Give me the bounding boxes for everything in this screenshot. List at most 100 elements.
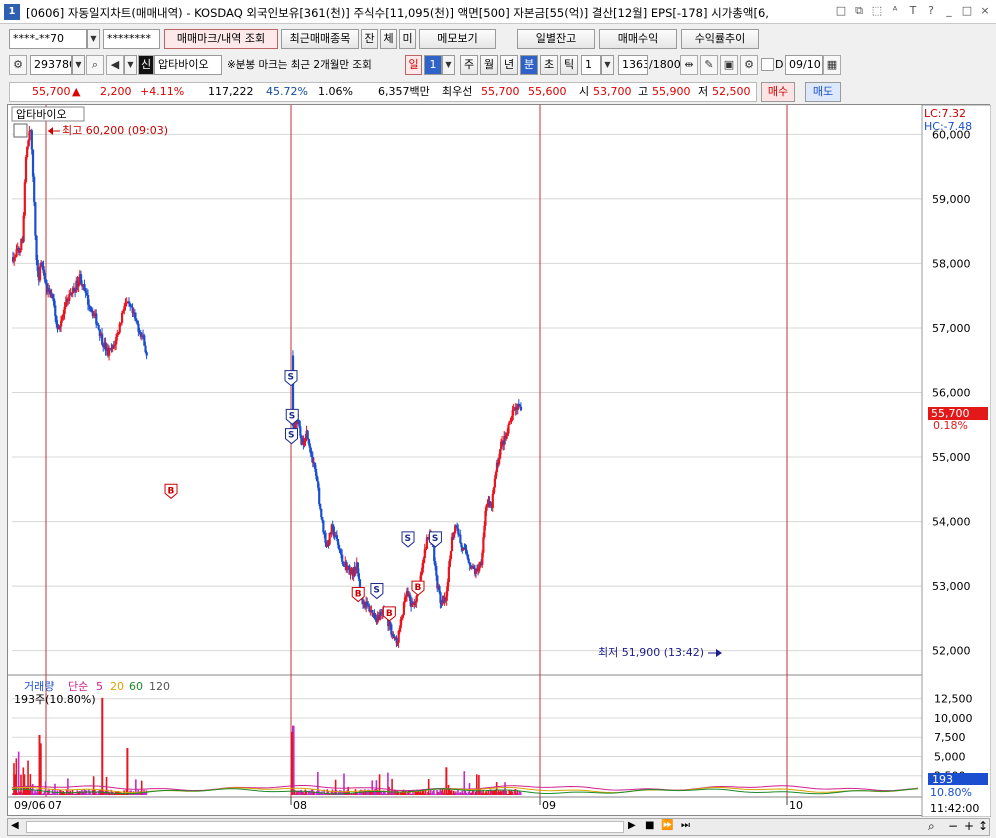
search-icon[interactable]: ⌕ (86, 55, 104, 75)
period-week-button[interactable]: 주 (460, 55, 478, 75)
sell-marker[interactable]: S (284, 428, 298, 445)
volume-ratio: 45.72% (266, 85, 308, 98)
period-tick-button[interactable]: 틱 (560, 55, 578, 75)
sell-marker[interactable]: S (284, 370, 298, 387)
fast-forward-icon[interactable]: ⏩ (661, 820, 673, 831)
zoom-out-icon[interactable]: − (948, 819, 958, 833)
window-pin-icon[interactable]: ᴬ (888, 4, 902, 18)
zoom-bars-icon[interactable]: ⇹ (680, 55, 698, 75)
calendar-icon[interactable] (13, 123, 28, 138)
period-value-field[interactable]: 1 (424, 55, 442, 75)
window-maximize-icon[interactable]: □ (960, 4, 974, 18)
buy-marker[interactable]: B (411, 580, 425, 596)
return-trend-button[interactable]: 수익률추이 (681, 29, 759, 49)
window-controls: □ ⧉ ⬚ ᴬ T ? _ □ × (834, 4, 992, 18)
password-field[interactable]: ******** (103, 29, 160, 49)
stock-code-field[interactable]: 293780 (30, 55, 72, 75)
memo-view-button[interactable]: 메모보기 (419, 29, 496, 49)
current-time-label: 11:42:00 (930, 802, 979, 815)
buy-marker[interactable]: B (164, 483, 178, 499)
window-link-icon[interactable]: □ (834, 4, 848, 18)
buy-marker[interactable]: B (382, 606, 396, 622)
volume-bar (427, 779, 430, 795)
end-icon[interactable]: ⏭ (681, 820, 690, 831)
interval-field[interactable]: 1 (581, 55, 601, 75)
marker-label: S (288, 373, 294, 383)
price-tick-label: 56,000 (932, 387, 971, 400)
volume-bar (519, 792, 522, 795)
sell-marker[interactable]: S (370, 583, 384, 600)
interval-dropdown-icon[interactable]: ▼ (601, 55, 614, 75)
balance-button[interactable]: 잔 (361, 29, 378, 49)
trade-profit-button[interactable]: 매매수익 (599, 29, 677, 49)
daily-balance-button[interactable]: 일별잔고 (517, 29, 595, 49)
zoom-icon[interactable]: ⌕ (928, 819, 935, 834)
window-copy-icon[interactable]: ⧉ (852, 4, 866, 18)
best-bid: 55,600 (528, 85, 567, 98)
marker-label: S (373, 586, 379, 596)
candle-body (342, 561, 345, 566)
date-field[interactable]: 09/10 (785, 55, 823, 75)
stock-code-dropdown-icon[interactable]: ▼ (72, 55, 85, 75)
unexecuted-button[interactable]: 미 (399, 29, 416, 49)
period-month-button[interactable]: 월 (480, 55, 498, 75)
marker-label: B (168, 486, 175, 496)
window-help-icon[interactable]: ? (924, 4, 938, 18)
window-capture-icon[interactable]: ⬚ (870, 4, 884, 18)
period-second-button[interactable]: 초 (540, 55, 558, 75)
pct-tag: 0.18% (933, 419, 968, 432)
play-icon[interactable]: ▶ (628, 820, 636, 831)
speaker-icon[interactable]: ◀ (106, 55, 124, 75)
bar-count-field[interactable]: 1363 (618, 55, 648, 75)
high-note: 최고 60,200 (09:03) (62, 124, 168, 137)
account-number-field[interactable]: ****-**70 (9, 29, 87, 49)
best-quote-label: 최우선 (442, 85, 473, 98)
chart-settings-icon[interactable]: ⚙ (9, 55, 27, 75)
scroll-track[interactable] (26, 821, 624, 833)
candle-body (22, 215, 25, 242)
time-tick-label: 09 (542, 799, 556, 812)
candle-body (369, 611, 372, 613)
marker-label: B (355, 590, 362, 600)
stop-icon[interactable]: ■ (645, 820, 654, 831)
volume-spike (126, 748, 129, 795)
period-minute-button[interactable]: 분 (520, 55, 538, 75)
current-price: 55,700 (32, 85, 71, 98)
high-label: 고 (638, 85, 649, 98)
period-dropdown-icon[interactable]: ▼ (442, 55, 455, 75)
low-note: 최저 51,900 (13:42) (598, 646, 704, 659)
window-close-icon[interactable]: × (978, 4, 992, 18)
chart-area[interactable]: BSSSBSBSBS 52,000 53,000 54,000 55,000 56,00… (7, 104, 991, 817)
window-font-icon[interactable]: T (906, 4, 920, 18)
window-minimize-icon[interactable]: _ (942, 4, 956, 18)
candle-body (145, 352, 148, 356)
chart-scrollbar[interactable]: ◀ ▶ ■ ⏩ ⏭ ⌕ − + ↕ (7, 818, 990, 836)
candle-body (341, 554, 344, 562)
trade-mark-query-button[interactable]: 매매마크/내역 조회 (164, 29, 278, 49)
buy-button[interactable]: 매수 (761, 82, 795, 102)
save-icon[interactable]: ▣ (720, 55, 738, 75)
speaker-dropdown-icon[interactable]: ▼ (124, 55, 137, 75)
recent-trade-stocks-button[interactable]: 최근매매종목 (281, 29, 359, 49)
gear-icon[interactable]: ⚙ (740, 55, 758, 75)
reset-zoom-icon[interactable]: ↕ (978, 819, 988, 833)
sell-marker[interactable]: S (401, 531, 415, 548)
candle-body (320, 508, 323, 518)
stock-tag: 압타바이오 (16, 108, 67, 121)
account-dropdown-icon[interactable]: ▼ (87, 29, 100, 49)
draw-tool-icon[interactable]: ✎ (700, 55, 718, 75)
period-year-button[interactable]: 년 (500, 55, 518, 75)
sell-button[interactable]: 매도 (805, 82, 841, 102)
calendar-icon[interactable]: ▦ (823, 55, 841, 75)
date-checkbox[interactable] (761, 58, 774, 71)
time-axis: 09/06 07 08 09 10 (14, 797, 803, 812)
period-day-button[interactable]: 일 (405, 55, 422, 75)
executed-button[interactable]: 체 (380, 29, 397, 49)
open-label: 시 (579, 85, 590, 98)
scroll-left-icon[interactable]: ◀ (11, 820, 19, 831)
high-price: 55,900 (652, 85, 691, 98)
zoom-in-icon[interactable]: + (964, 819, 974, 833)
low-price: 52,500 (712, 85, 751, 98)
price-volume-chart[interactable]: BSSSB SBSBS 52,00053,00054,00055,00056,00… (8, 105, 991, 817)
volume-ma-type: 단순 (68, 680, 88, 693)
